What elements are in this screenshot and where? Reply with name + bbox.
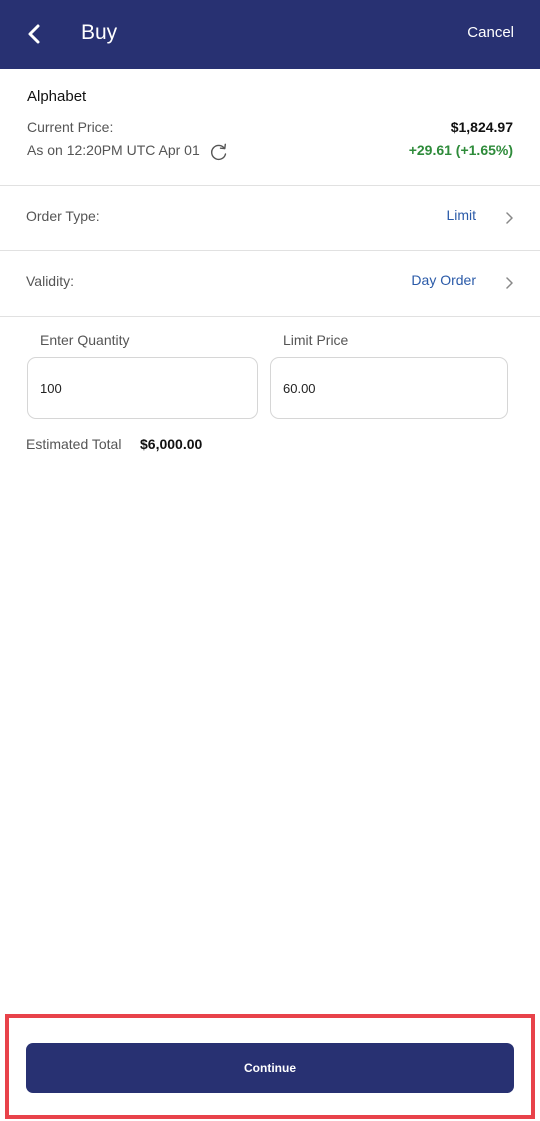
validity-row[interactable]: Validity: Day Order	[0, 251, 540, 315]
current-price-label: Current Price:	[27, 119, 114, 135]
stock-summary: Alphabet Current Price: As on 12:20PM UT…	[0, 69, 540, 185]
refresh-icon[interactable]	[209, 142, 229, 162]
app-bar: Buy Cancel	[0, 0, 540, 69]
continue-button[interactable]: Continue	[26, 1043, 514, 1093]
cancel-button[interactable]: Cancel	[467, 24, 514, 41]
estimated-total-label: Estimated Total	[26, 436, 122, 452]
estimated-total-value: $6,000.00	[140, 436, 203, 452]
chevron-right-icon	[506, 212, 513, 224]
validity-label: Validity:	[26, 273, 74, 289]
stock-name: Alphabet	[27, 88, 87, 105]
price-timestamp: As on 12:20PM UTC Apr 01	[27, 142, 200, 158]
divider	[0, 316, 540, 317]
current-price-value: $1,824.97	[450, 119, 513, 135]
order-type-row[interactable]: Order Type: Limit	[0, 186, 540, 250]
price-change: +29.61 (+1.65%)	[408, 142, 513, 158]
validity-value: Day Order	[411, 272, 476, 288]
order-type-label: Order Type:	[26, 208, 100, 224]
limit-price-input[interactable]	[270, 357, 508, 419]
quantity-input[interactable]	[27, 357, 258, 419]
back-arrow-icon[interactable]	[22, 21, 48, 47]
quantity-label: Enter Quantity	[40, 332, 130, 348]
chevron-right-icon	[506, 277, 513, 289]
limit-price-label: Limit Price	[283, 332, 349, 348]
page-title: Buy	[81, 21, 118, 44]
order-type-value: Limit	[446, 207, 476, 223]
